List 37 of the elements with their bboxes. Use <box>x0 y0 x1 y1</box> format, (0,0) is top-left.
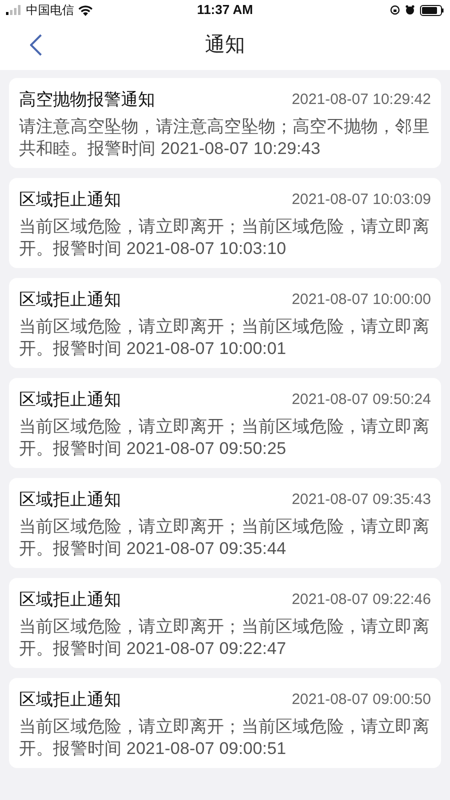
notification-title: 区域拒止通知 <box>19 689 121 712</box>
rotation-lock-icon <box>390 5 400 15</box>
notification-card[interactable]: 高空抛物报警通知 2021-08-07 10:29:42 请注意高空坠物，请注意高空坠物；高空不抛物，邻里共和睦。报警时间 2021-08-07 10:29:43 <box>9 78 441 168</box>
notification-time: 2021-08-07 10:00:00 <box>292 290 431 310</box>
notification-message: 当前区域危险，请立即离开；当前区域危险，请立即离开。报警时间 2021-08-07 10:00:01 <box>19 316 430 360</box>
notification-title: 区域拒止通知 <box>19 489 121 512</box>
wifi-icon <box>78 4 93 16</box>
notification-title: 区域拒止通知 <box>19 189 121 212</box>
back-icon <box>30 34 42 56</box>
notification-message: 当前区域危险，请立即离开；当前区域危险，请立即离开。报警时间 2021-08-07 10:03:10 <box>19 216 430 260</box>
carrier-name: 中国电信 <box>26 2 74 19</box>
notification-time: 2021-08-07 10:29:42 <box>292 90 431 110</box>
status-time: 11:37 AM <box>197 1 253 20</box>
notification-message: 当前区域危险，请立即离开；当前区域危险，请立即离开。报警时间 2021-08-07 09:22:47 <box>19 616 430 660</box>
notification-message: 当前区域危险，请立即离开；当前区域危险，请立即离开。报警时间 2021-08-07 09:50:25 <box>19 416 430 460</box>
notification-time: 2021-08-07 09:50:24 <box>292 390 431 410</box>
notification-title: 区域拒止通知 <box>19 289 121 312</box>
notification-card[interactable]: 区域拒止通知 2021-08-07 09:35:43 当前区域危险，请立即离开；当前区域危险，请立即离开。报警时间 2021-08-07 09:35:44 <box>9 478 441 568</box>
notification-card[interactable]: 区域拒止通知 2021-08-07 10:03:09 当前区域危险，请立即离开；当前区域危险，请立即离开。报警时间 2021-08-07 10:03:10 <box>9 178 441 268</box>
notification-message: 当前区域危险，请立即离开；当前区域危险，请立即离开。报警时间 2021-08-07 09:00:51 <box>19 716 430 760</box>
notification-card[interactable]: 区域拒止通知 2021-08-07 09:22:46 当前区域危险，请立即离开；当前区域危险，请立即离开。报警时间 2021-08-07 09:22:47 <box>9 578 441 668</box>
notification-time: 2021-08-07 09:00:50 <box>292 690 431 710</box>
alarm-icon <box>405 5 415 15</box>
notification-card[interactable]: 区域拒止通知 2021-08-07 09:50:24 当前区域危险，请立即离开；当前区域危险，请立即离开。报警时间 2021-08-07 09:50:25 <box>9 378 441 468</box>
notification-time: 2021-08-07 09:35:43 <box>292 490 431 510</box>
page-title: 通知 <box>205 33 245 58</box>
notification-title: 高空抛物报警通知 <box>19 89 155 112</box>
notification-title: 区域拒止通知 <box>19 589 121 612</box>
notification-message: 当前区域危险，请立即离开；当前区域危险，请立即离开。报警时间 2021-08-07 09:35:44 <box>19 516 430 560</box>
notification-message: 请注意高空坠物，请注意高空坠物；高空不抛物，邻里共和睦。报警时间 2021-08-07 10:29:43 <box>19 116 430 160</box>
notification-card[interactable]: 区域拒止通知 2021-08-07 10:00:00 当前区域危险，请立即离开；当前区域危险，请立即离开。报警时间 2021-08-07 10:00:01 <box>9 278 441 368</box>
notification-card[interactable]: 区域拒止通知 2021-08-07 09:00:50 当前区域危险，请立即离开；当前区域危险，请立即离开。报警时间 2021-08-07 09:00:51 <box>9 678 441 768</box>
notification-time: 2021-08-07 09:22:46 <box>292 590 431 610</box>
battery-icon <box>420 4 444 16</box>
notification-time: 2021-08-07 10:03:09 <box>292 190 431 210</box>
signal-icon <box>6 5 22 15</box>
notification-title: 区域拒止通知 <box>19 389 121 412</box>
